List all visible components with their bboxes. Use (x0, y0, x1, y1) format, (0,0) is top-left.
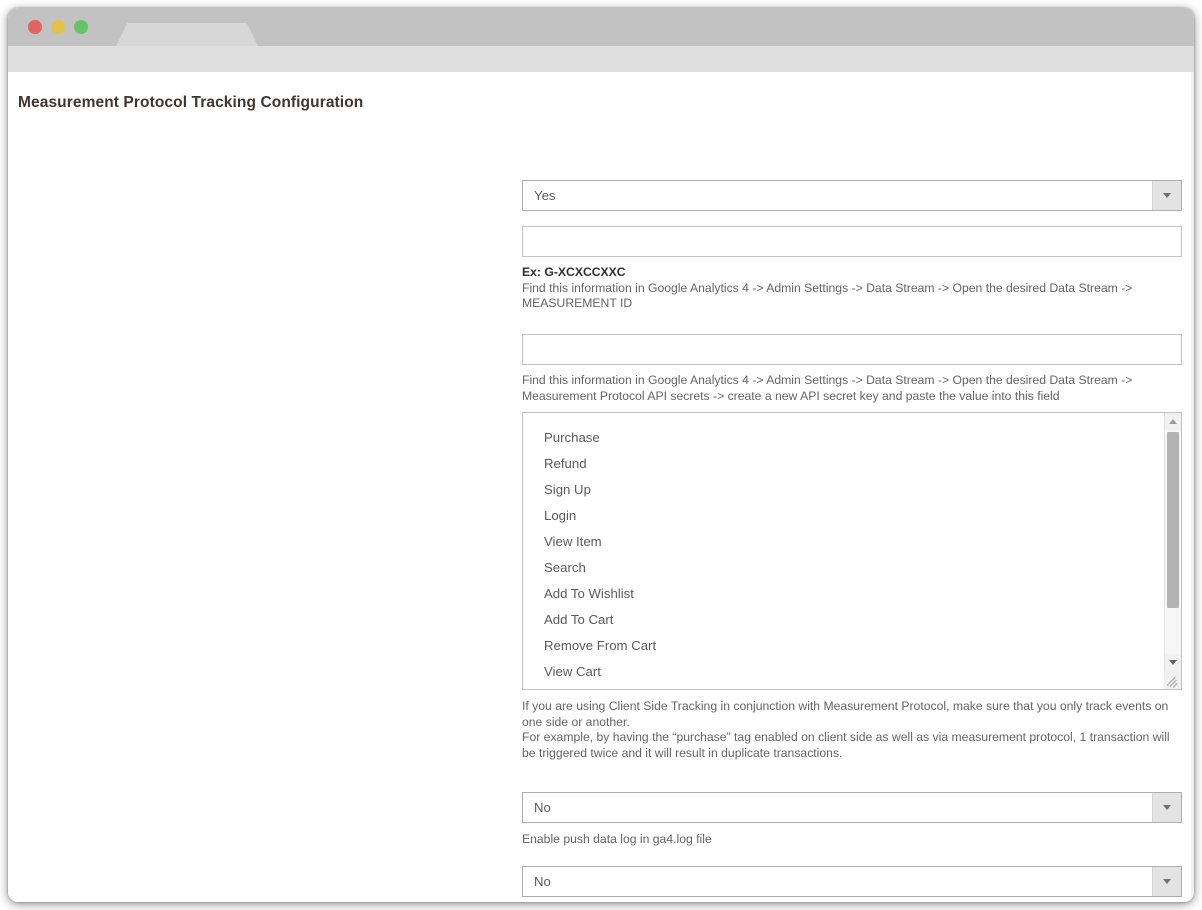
track-events-options: Purchase Refund Sign Up Login View Item … (523, 413, 1164, 689)
browser-window: Measurement Protocol Tracking Configurat… (8, 8, 1194, 902)
list-item[interactable]: View Item (523, 529, 1164, 555)
list-item[interactable]: Sign Up (523, 477, 1164, 503)
page-title: Measurement Protocol Tracking Configurat… (18, 94, 363, 112)
measurement-id-note: Ex: G-XCXCCXXC Find this information in … (522, 265, 1182, 312)
close-window-button[interactable] (28, 20, 42, 34)
track-events-note-line-2: For example, by having the “purchase” ta… (522, 730, 1182, 761)
traffic-lights (28, 20, 88, 34)
measurement-id-note-strong: Ex: G-XCXCCXXC (522, 265, 626, 279)
enable-debug-collect-select-value: No (523, 874, 551, 889)
chevron-down-icon[interactable] (1152, 793, 1181, 822)
measurement-id-input[interactable] (522, 226, 1182, 257)
list-item[interactable]: View Cart (523, 659, 1164, 685)
enable-debug-collect-select[interactable]: No (522, 866, 1182, 897)
list-item[interactable]: Refund (523, 451, 1164, 477)
browser-titlebar (8, 8, 1194, 46)
viewport-edge-shadow (1191, 72, 1194, 902)
api-secret-note: Find this information in Google Analytic… (522, 373, 1182, 404)
api-secret-input[interactable] (522, 334, 1182, 365)
track-events-listbox[interactable]: Purchase Refund Sign Up Login View Item … (522, 412, 1182, 690)
enable-tracking-select[interactable]: Yes (522, 180, 1182, 211)
list-item[interactable]: Add To Wishlist (523, 581, 1164, 607)
list-item[interactable]: Purchase (523, 425, 1164, 451)
list-item[interactable]: Search (523, 555, 1164, 581)
minimize-window-button[interactable] (51, 20, 65, 34)
enable-file-log-select[interactable]: No (522, 792, 1182, 823)
list-item[interactable]: Add To Cart (523, 607, 1164, 633)
maximize-window-button[interactable] (74, 20, 88, 34)
measurement-id-note-text: Find this information in Google Analytic… (522, 281, 1182, 312)
track-events-scrollbar[interactable] (1164, 413, 1181, 689)
chevron-down-icon[interactable] (1152, 867, 1181, 896)
track-events-note: If you are using Client Side Tracking in… (522, 699, 1182, 761)
browser-toolbar (8, 46, 1194, 72)
enable-file-log-note: Enable push data log in ga4.log file (522, 832, 1182, 848)
field-enable-tracking: Enable Measurement Protocol Tracking Con… (8, 180, 1188, 214)
scroll-down-icon[interactable] (1165, 654, 1181, 671)
scrollbar-thumb[interactable] (1167, 432, 1179, 608)
browser-tab[interactable] (116, 23, 258, 46)
enable-file-log-select-value: No (523, 800, 551, 815)
track-events-note-line-1: If you are using Client Side Tracking in… (522, 699, 1182, 730)
list-item[interactable]: Login (523, 503, 1164, 529)
page-viewport: Measurement Protocol Tracking Configurat… (8, 72, 1194, 902)
list-item[interactable]: Remove From Cart (523, 633, 1164, 659)
scroll-up-icon[interactable] (1165, 413, 1181, 430)
chevron-down-icon[interactable] (1152, 181, 1181, 210)
resize-grip-icon[interactable] (1164, 671, 1181, 689)
enable-tracking-select-value: Yes (523, 188, 556, 203)
